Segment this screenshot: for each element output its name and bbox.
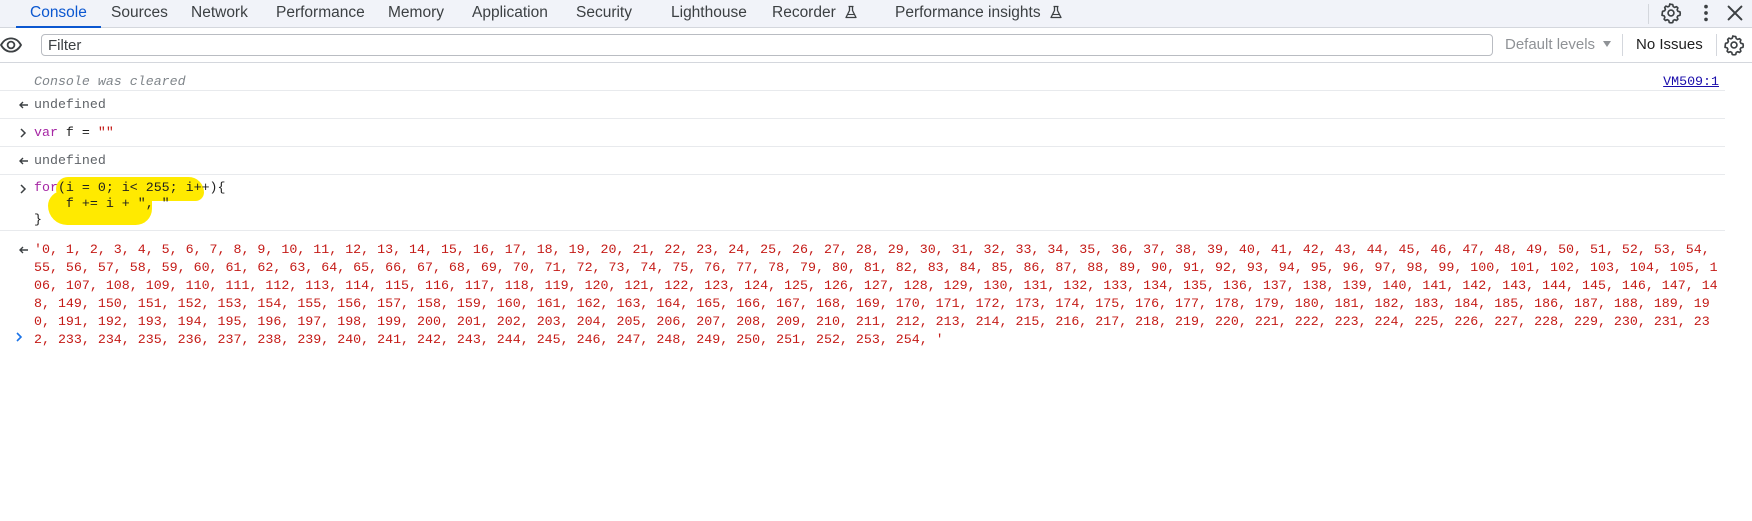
console-input-row: var f = "" <box>0 119 1725 147</box>
tab-label: Security <box>576 4 632 21</box>
console-settings-gear-icon[interactable] <box>1723 34 1745 56</box>
flask-icon <box>1050 5 1062 19</box>
tab-label: Network <box>191 4 248 21</box>
default-levels-label: Default levels <box>1505 36 1596 53</box>
code-keyword: for <box>34 180 58 195</box>
tab-console[interactable]: Console <box>16 0 101 28</box>
result-arrow-icon <box>19 157 28 165</box>
tab-recorder[interactable]: Recorder <box>772 0 858 27</box>
tab-security[interactable]: Security <box>576 0 632 27</box>
toolbar-divider <box>1648 4 1649 24</box>
tab-lighthouse[interactable]: Lighthouse <box>671 0 747 27</box>
tab-network[interactable]: Network <box>191 0 248 27</box>
console-input-row: for(i = 0; i< 255; i++){ f += i + ", " } <box>0 175 1725 231</box>
tab-performance[interactable]: Performance <box>276 0 365 27</box>
issues-button[interactable]: No Issues <box>1636 35 1703 55</box>
code-text: (i = 0; i< 255; i++){ <box>57 180 226 195</box>
more-vertical-icon[interactable] <box>1695 2 1717 24</box>
flask-icon <box>845 5 857 19</box>
eye-icon[interactable] <box>0 36 22 54</box>
settings-gear-icon[interactable] <box>1660 2 1682 24</box>
source-link[interactable]: VM509:1 <box>1663 73 1719 91</box>
input-code: var f = "" <box>34 124 114 142</box>
console-filter-bar: Default levels No Issues <box>0 28 1752 63</box>
devtools-tab-bar: Console Sources Network Performance Memo… <box>0 0 1752 28</box>
issues-label: No Issues <box>1636 36 1703 53</box>
result-arrow-icon <box>19 101 28 109</box>
code-text: f = <box>57 125 98 140</box>
tab-label: Sources <box>111 4 168 21</box>
code-keyword: var <box>34 125 58 140</box>
tab-performance-insights[interactable]: Performance insights <box>895 0 1063 27</box>
tab-memory[interactable]: Memory <box>388 0 444 27</box>
close-icon[interactable] <box>1724 2 1746 24</box>
code-text: f += i + ", " <box>34 196 170 211</box>
console-output-row: undefined <box>0 147 1725 175</box>
tab-sources[interactable]: Sources <box>111 0 168 27</box>
chevron-down-icon <box>1603 41 1612 47</box>
console-prompt[interactable] <box>0 326 1725 356</box>
prompt-chevron-icon[interactable] <box>13 330 25 344</box>
input-chevron-icon <box>20 128 27 138</box>
output-value: undefined <box>34 153 106 168</box>
tab-label: Application <box>472 4 548 21</box>
default-levels-dropdown[interactable]: Default levels <box>1505 35 1612 55</box>
tab-label: Lighthouse <box>671 4 747 21</box>
input-code: for(i = 0; i< 255; i++){ f += i + ", " } <box>34 180 226 228</box>
tab-label: Performance <box>276 4 365 21</box>
console-cleared-message: Console was cleared VM509:1 <box>0 63 1725 91</box>
code-string: "" <box>97 125 114 140</box>
tab-label: Memory <box>388 4 444 21</box>
tab-label: Console <box>30 4 87 21</box>
toolbar-divider <box>1622 34 1623 56</box>
output-value: undefined <box>34 97 106 112</box>
filter-input[interactable] <box>41 34 1493 56</box>
console-output-row: undefined <box>0 91 1725 119</box>
tab-application[interactable]: Application <box>472 0 548 27</box>
tab-label: Performance insights <box>895 4 1041 21</box>
input-chevron-icon <box>20 184 27 194</box>
result-arrow-icon <box>19 246 28 254</box>
tab-label: Recorder <box>772 4 836 21</box>
toolbar-divider <box>1716 34 1717 56</box>
code-text: } <box>34 212 42 227</box>
console-output-row: '0, 1, 2, 3, 4, 5, 6, 7, 8, 9, 10, 11, 1… <box>0 231 1725 347</box>
console-cleared-text: Console was cleared <box>34 74 186 89</box>
